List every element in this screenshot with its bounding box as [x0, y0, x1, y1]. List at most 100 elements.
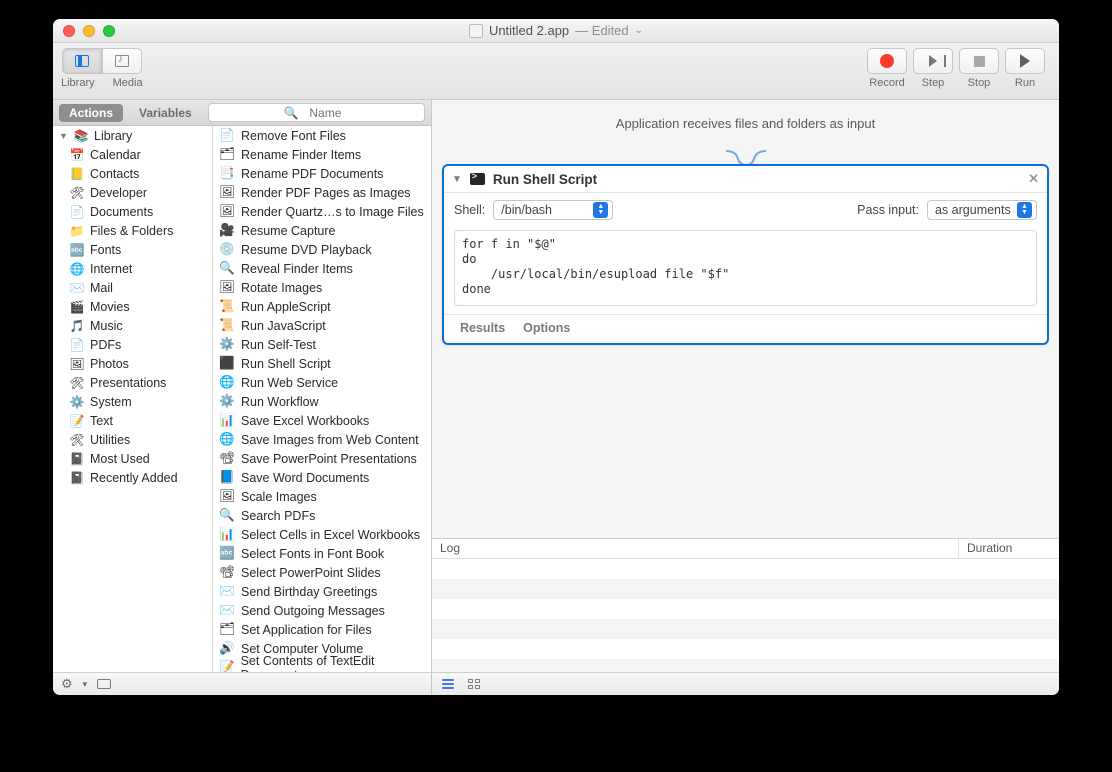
title-dropdown-icon[interactable]: ⌄ [635, 25, 643, 36]
sidebar-item[interactable]: 📄Documents [53, 202, 212, 221]
sidebar-label: Mail [90, 281, 113, 295]
category-icon: 📒 [69, 167, 85, 181]
action-row[interactable]: 📄Remove Font Files [213, 126, 431, 145]
action-row[interactable]: 📜Run JavaScript [213, 316, 431, 335]
action-row[interactable]: 🎥 Resume Capture [213, 221, 431, 240]
category-icon: ✉️ [69, 281, 85, 295]
sidebar-item[interactable]: 🔤Fonts [53, 240, 212, 259]
log-column-header[interactable]: Log [432, 539, 959, 558]
action-label: Run Web Service [241, 376, 338, 390]
sidebar-item[interactable]: 📓Most Used [53, 449, 212, 468]
tab-variables[interactable]: Variables [129, 104, 202, 122]
card-disclosure-icon[interactable]: ▼ [452, 174, 462, 185]
shell-label: Shell: [454, 203, 485, 217]
sidebar-label: Developer [90, 186, 147, 200]
action-row[interactable]: ⚙️Run Workflow [213, 392, 431, 411]
sidebar-item[interactable]: 🛠Developer [53, 183, 212, 202]
sidebar-item[interactable]: ⚙️System [53, 392, 212, 411]
action-row[interactable]: 🔍Reveal Finder Items [213, 259, 431, 278]
action-row[interactable]: 🗂Rename Finder Items [213, 145, 431, 164]
action-icon: 📜 [219, 299, 235, 315]
action-row[interactable]: 🗂Set Application for Files [213, 620, 431, 639]
grid-view-icon[interactable] [468, 679, 480, 689]
duration-column-header[interactable]: Duration [959, 539, 1059, 558]
sidebar-item[interactable]: ✉️ Mail [53, 278, 212, 297]
quicklook-icon[interactable] [97, 679, 111, 689]
action-list[interactable]: 📄Remove Font Files🗂Rename Finder Items📑R… [213, 126, 431, 672]
sidebar-item[interactable]: 🛠Utilities [53, 430, 212, 449]
script-textarea[interactable]: for f in "$@" do /usr/local/bin/esupload… [454, 230, 1037, 306]
sidebar-item[interactable]: 📁Files & Folders [53, 221, 212, 240]
sidebar-item[interactable]: 🖼Photos [53, 354, 212, 373]
sidebar-item[interactable]: 📓Recently Added [53, 468, 212, 487]
sidebar-item-library[interactable]: ▼ 📚 Library [53, 126, 212, 145]
stop-button[interactable] [959, 48, 999, 74]
action-icon: 🔊 [219, 641, 235, 657]
action-row[interactable]: 📜Run AppleScript [213, 297, 431, 316]
action-label: Resume Capture [241, 224, 336, 238]
sidebar-item[interactable]: 🎵Music [53, 316, 212, 335]
results-tab[interactable]: Results [460, 321, 505, 335]
sidebar-item[interactable]: 🌐Internet [53, 259, 212, 278]
action-row[interactable]: 🖼Scale Images [213, 487, 431, 506]
sidebar-item[interactable]: 📒 Contacts [53, 164, 212, 183]
run-button[interactable] [1005, 48, 1045, 74]
shell-select[interactable]: /bin/bash ▲▼ [493, 200, 613, 220]
list-view-icon[interactable] [442, 679, 454, 689]
sidebar-label: Presentations [90, 376, 166, 390]
action-icon: 🎥 [219, 223, 235, 239]
action-icon: 🌐 [219, 375, 235, 391]
media-toggle-button[interactable] [102, 48, 142, 74]
sidebar-label: Contacts [90, 167, 139, 181]
action-row[interactable]: 🌐 Run Web Service [213, 373, 431, 392]
action-row[interactable]: 🔍Search PDFs [213, 506, 431, 525]
category-icon: 🛠 [69, 433, 85, 447]
toolbar: Library Media Record Step Stop Run [53, 43, 1059, 100]
category-icon: 📝 [69, 414, 85, 428]
action-row[interactable]: 📊Select Cells in Excel Workbooks [213, 525, 431, 544]
action-row[interactable]: 🔤Select Fonts in Font Book [213, 544, 431, 563]
action-row[interactable]: 📽Save PowerPoint Presentations [213, 449, 431, 468]
action-icon: 🖼 [219, 489, 235, 505]
sidebar-item[interactable]: 📅Calendar [53, 145, 212, 164]
media-label: Media [113, 77, 143, 89]
action-row[interactable]: ✉️Send Birthday Greetings [213, 582, 431, 601]
action-label: Reveal Finder Items [241, 262, 353, 276]
category-icon: 🎵 [69, 319, 85, 333]
title-filename: Untitled 2.app [489, 23, 569, 38]
tab-actions[interactable]: Actions [59, 104, 123, 122]
disclosure-triangle-icon[interactable]: ▼ [59, 131, 68, 141]
action-row[interactable]: 💿Resume DVD Playback [213, 240, 431, 259]
action-row[interactable]: 🌐Save Images from Web Content [213, 430, 431, 449]
sidebar-item[interactable]: 📄PDFs [53, 335, 212, 354]
sidebar-item[interactable]: 📝Text [53, 411, 212, 430]
action-row[interactable]: 📽Select PowerPoint Slides [213, 563, 431, 582]
options-tab[interactable]: Options [523, 321, 570, 335]
action-label: Save Images from Web Content [241, 433, 419, 447]
action-row[interactable]: 🖼Rotate Images [213, 278, 431, 297]
right-footer [432, 672, 1059, 695]
action-row[interactable]: 📊Save Excel Workbooks [213, 411, 431, 430]
sidebar-item[interactable]: 🛠Presentations [53, 373, 212, 392]
sidebar-item[interactable]: 🎬Movies [53, 297, 212, 316]
step-button[interactable] [913, 48, 953, 74]
action-row[interactable]: ⚙️Run Self-Test [213, 335, 431, 354]
action-icon: 📽 [219, 451, 235, 467]
action-row[interactable]: 📝Set Contents of TextEdit Document [213, 658, 431, 672]
left-tabs: Actions Variables 🔍 [53, 100, 431, 126]
record-button[interactable] [867, 48, 907, 74]
action-row[interactable]: ✉️Send Outgoing Messages [213, 601, 431, 620]
gear-icon[interactable] [61, 676, 73, 692]
action-row[interactable]: 📘Save Word Documents [213, 468, 431, 487]
pass-input-select[interactable]: as arguments ▲▼ [927, 200, 1037, 220]
left-panel: Actions Variables 🔍 ▼ 📚 Library 📅Calenda… [53, 100, 432, 695]
action-row[interactable]: 📑Rename PDF Documents [213, 164, 431, 183]
action-row[interactable]: 🖼Render Quartz…s to Image Files [213, 202, 431, 221]
library-toggle-button[interactable] [62, 48, 102, 74]
search-input[interactable] [208, 103, 425, 122]
action-row[interactable]: ⬛Run Shell Script [213, 354, 431, 373]
workflow-action-card[interactable]: ▼ Run Shell Script ✕ Shell: /bin/bash ▲▼ [442, 164, 1049, 345]
close-action-button[interactable]: ✕ [1028, 171, 1039, 187]
category-sidebar[interactable]: ▼ 📚 Library 📅Calendar📒Contacts🛠Developer… [53, 126, 213, 672]
action-row[interactable]: 🖼Render PDF Pages as Images [213, 183, 431, 202]
